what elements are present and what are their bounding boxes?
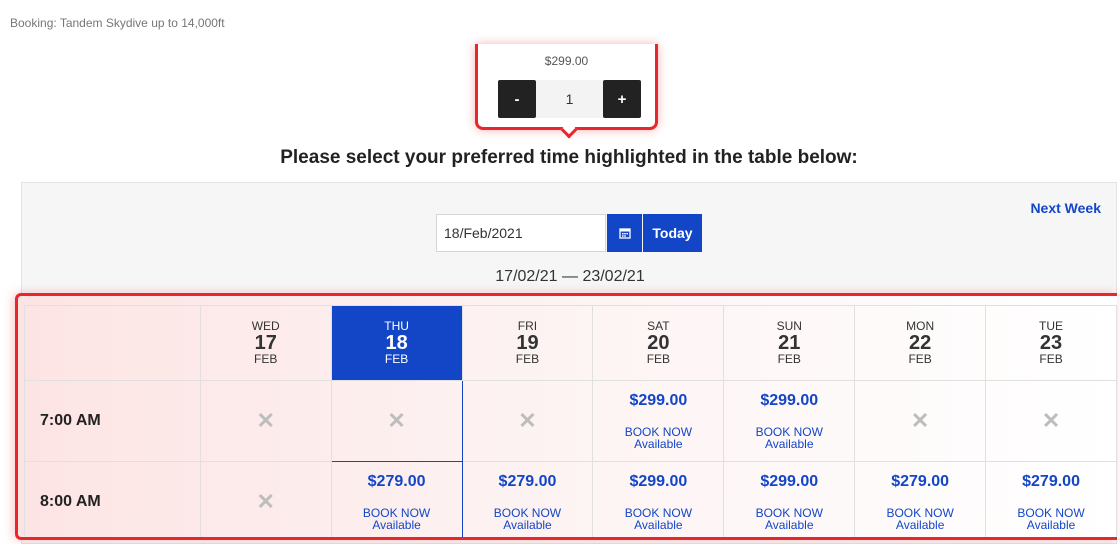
slot-status: Available: [372, 518, 421, 532]
unavailable-slot: ✕: [199, 461, 332, 537]
slot-status: Available: [895, 518, 945, 532]
cross-icon: ✕: [1041, 408, 1061, 433]
cross-icon: ✕: [518, 408, 537, 433]
day-month: FEB: [384, 352, 409, 366]
slot-status: Available: [1026, 518, 1076, 532]
slot-status: Available: [765, 437, 814, 451]
corner-cell: [24, 305, 201, 381]
day-number: 20: [647, 332, 670, 354]
calendar-icon: [618, 228, 631, 239]
unavailable-slot: ✕: [199, 380, 332, 462]
day-number: 19: [516, 332, 539, 354]
time-slot-row: 7:00 AM ✕ ✕ ✕ $299.00 BOOK NOW Available $…: [24, 380, 1117, 462]
popup-pointer: [560, 121, 578, 139]
slot-status: Available: [765, 518, 814, 532]
today-button[interactable]: Today: [643, 214, 702, 252]
quantity-price: $299.00: [544, 54, 589, 68]
day-header[interactable]: SAT 20 FEB: [592, 305, 725, 381]
schedule-highlight: WED 17 FEB THU 18 FEB FRI 19 FEB SAT 20 FEB SUN 2…: [15, 293, 1117, 540]
day-header[interactable]: WED 17 FEB: [199, 305, 332, 381]
booking-page: Booking: Tandem Skydive up to 14,000ft $…: [0, 0, 1120, 544]
slot-price: $299.00: [760, 473, 819, 490]
unavailable-slot: ✕: [985, 380, 1117, 462]
cross-icon: ✕: [387, 408, 406, 433]
day-header-row: WED 17 FEB THU 18 FEB FRI 19 FEB SAT 20 FEB SUN 2…: [24, 305, 1117, 381]
day-month: FEB: [1039, 352, 1063, 366]
slot-price: $279.00: [891, 473, 950, 490]
next-week-link[interactable]: Next Week: [1030, 200, 1101, 216]
day-header-selected[interactable]: THU 18 FEB: [330, 305, 463, 381]
day-month: FEB: [646, 352, 671, 366]
calendar-button[interactable]: [607, 214, 642, 252]
day-header[interactable]: SUN 21 FEB: [723, 305, 856, 381]
available-slot[interactable]: $279.00 BOOK NOW Available: [985, 461, 1117, 537]
slot-price: $279.00: [498, 473, 557, 490]
page-heading: Please select your preferred time highli…: [280, 147, 858, 168]
day-number: 23: [1039, 332, 1063, 354]
day-month: FEB: [777, 352, 801, 366]
breadcrumb: Booking: Tandem Skydive up to 14,000ft: [10, 16, 225, 30]
available-slot[interactable]: $299.00 BOOK NOW Available: [592, 380, 725, 462]
available-slot[interactable]: $299.00 BOOK NOW Available: [592, 461, 725, 537]
slot-status: Available: [634, 518, 683, 532]
day-month: FEB: [908, 352, 932, 366]
cross-icon: ✕: [910, 408, 930, 433]
day-number: 21: [778, 332, 801, 354]
time-slot-row: 8:00 AM ✕ $279.00 BOOK NOW Available $279.…: [24, 461, 1117, 537]
available-slot[interactable]: $279.00 BOOK NOW Available: [330, 461, 463, 537]
day-header[interactable]: FRI 19 FEB: [461, 305, 594, 381]
date-range: 17/02/21 — 23/02/21: [495, 268, 645, 285]
quantity-stepper: - 1 +: [498, 80, 641, 118]
slot-status: Available: [503, 518, 552, 532]
unavailable-slot: ✕: [461, 380, 594, 462]
unavailable-slot: ✕: [854, 380, 987, 462]
available-slot[interactable]: $279.00 BOOK NOW Available: [461, 461, 594, 537]
available-slot[interactable]: $279.00 BOOK NOW Available: [854, 461, 987, 537]
slot-price: $299.00: [629, 473, 688, 490]
date-picker: 18/Feb/2021 Today: [436, 214, 702, 252]
time-label: 7:00 AM: [24, 380, 201, 462]
day-month: FEB: [254, 352, 278, 366]
slot-price: $279.00: [1022, 473, 1080, 490]
day-number: 22: [909, 332, 932, 354]
slot-price: $299.00: [629, 392, 688, 409]
slot-price: $279.00: [367, 473, 426, 490]
quantity-popup: $299.00 - 1 +: [475, 44, 658, 139]
day-number: 18: [385, 332, 408, 354]
time-label: 8:00 AM: [24, 461, 201, 537]
unavailable-slot: ✕: [330, 380, 463, 462]
quantity-input[interactable]: 1: [536, 80, 603, 118]
date-input[interactable]: 18/Feb/2021: [436, 214, 606, 252]
day-number: 17: [254, 332, 277, 354]
available-slot[interactable]: $299.00 BOOK NOW Available: [723, 461, 856, 537]
cross-icon: ✕: [256, 489, 275, 514]
slot-status: Available: [634, 437, 683, 451]
highlight-pointer: [15, 413, 17, 423]
slot-price: $299.00: [760, 392, 819, 409]
day-header[interactable]: TUE 23 FEB: [985, 305, 1117, 381]
decrement-button[interactable]: -: [498, 80, 536, 118]
increment-button[interactable]: +: [603, 80, 641, 118]
available-slot[interactable]: $299.00 BOOK NOW Available: [723, 380, 856, 462]
cross-icon: ✕: [256, 408, 275, 433]
day-month: FEB: [515, 352, 540, 366]
day-header[interactable]: MON 22 FEB: [854, 305, 987, 381]
schedule-table: WED 17 FEB THU 18 FEB FRI 19 FEB SAT 20 FEB SUN 2…: [24, 305, 1117, 537]
